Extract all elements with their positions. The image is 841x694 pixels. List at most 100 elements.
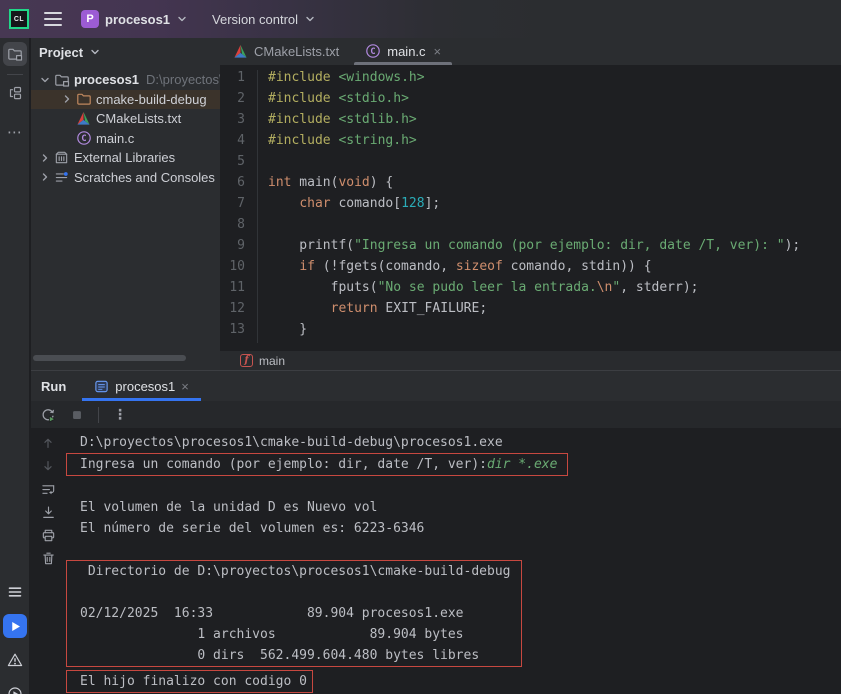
highlight-box: El hijo finalizo con codigo 0 <box>66 670 313 693</box>
user-input-text: dir *.exe <box>487 457 557 472</box>
close-icon[interactable]: × <box>181 379 189 394</box>
c-file-icon: C <box>365 43 381 59</box>
console-line: Directorio de D:\proyectos\procesos1\cma… <box>67 561 521 582</box>
chevron-down-icon <box>89 46 101 58</box>
project-name: procesos1 <box>105 12 170 27</box>
line-number: 10 <box>220 259 258 280</box>
problems-icon <box>7 652 23 668</box>
code-line-4[interactable]: 4#include <string.h> <box>220 133 841 154</box>
clear-all-button[interactable] <box>37 548 59 568</box>
c-file-icon: C <box>75 130 92 146</box>
down-icon <box>41 459 55 473</box>
code-line-13[interactable]: 13 } <box>220 322 841 343</box>
project-tree: procesos1D:\proyectos\proccmake-build-de… <box>31 70 220 187</box>
version-control-label: Version control <box>212 12 298 27</box>
editor-tab-label: CMakeLists.txt <box>254 44 339 59</box>
code-text: printf("Ingresa un comando (por ejemplo:… <box>258 238 800 259</box>
editor-tab-main-c[interactable]: Cmain.c × <box>352 38 454 65</box>
toolbar-separator <box>98 407 99 423</box>
chevron-right-icon[interactable] <box>37 171 53 183</box>
line-number: 13 <box>220 322 258 343</box>
project-panel-title: Project <box>39 45 83 60</box>
console-output[interactable]: D:\proyectos\procesos1\cmake-build-debug… <box>66 432 841 694</box>
soft-wrap-button[interactable] <box>37 479 59 499</box>
cmake-icon <box>233 44 248 59</box>
code-line-5[interactable]: 5 <box>220 154 841 175</box>
code-line-11[interactable]: 11 fputs("No se pudo leer la entrada.\n"… <box>220 280 841 301</box>
scroll-to-end-button[interactable] <box>37 502 59 522</box>
tree-item-cmakelists-txt[interactable]: CMakeLists.txt <box>31 109 220 129</box>
code-line-8[interactable]: 8 <box>220 217 841 238</box>
tree-item-external-libraries[interactable]: External Libraries <box>31 148 220 168</box>
line-number: 8 <box>220 217 258 238</box>
code-line-10[interactable]: 10 if (!fgets(comando, sizeof comando, s… <box>220 259 841 280</box>
soft-wrap-icon <box>41 482 56 497</box>
code-text: #include <windows.h> <box>258 70 425 91</box>
editor-tab-label: main.c <box>387 44 425 59</box>
chevron-right-icon[interactable] <box>59 93 75 105</box>
console-line: 0 dirs 562.499.604.480 bytes libres <box>67 645 521 666</box>
more-v-icon: ⋮ <box>113 407 127 423</box>
next-occurrence-button[interactable] <box>37 456 59 476</box>
code-line-12[interactable]: 12 return EXIT_FAILURE; <box>220 301 841 322</box>
main-menu-button[interactable] <box>44 12 62 26</box>
rerun-button[interactable] <box>37 404 59 426</box>
console-line <box>67 582 521 603</box>
line-number: 1 <box>220 70 258 91</box>
editor-tab-bar: CMakeLists.txt Cmain.c × <box>220 38 841 66</box>
build-folder-icon <box>75 91 92 107</box>
run-tab-label: procesos1 <box>115 379 175 394</box>
tool-more-button[interactable]: ⋯ <box>3 109 27 133</box>
code-text <box>258 154 268 175</box>
code-text: #include <stdio.h> <box>258 91 409 112</box>
services-icon <box>7 686 23 694</box>
code-line-3[interactable]: 3#include <stdlib.h> <box>220 112 841 133</box>
project-panel-header[interactable]: Project <box>31 38 220 66</box>
up-icon <box>41 436 55 450</box>
more-h-icon: ⋯ <box>7 101 22 141</box>
stop-button[interactable] <box>66 404 88 426</box>
code-line-2[interactable]: 2#include <stdio.h> <box>220 91 841 112</box>
prev-occurrence-button[interactable] <box>37 433 59 453</box>
editor-tab-cmakelists-txt[interactable]: CMakeLists.txt <box>220 38 352 65</box>
highlight-box: Ingresa un comando (por ejemplo: dir, da… <box>66 453 568 476</box>
tool-run-button[interactable] <box>3 614 27 638</box>
code-line-1[interactable]: 1#include <windows.h> <box>220 70 841 91</box>
rerun-icon <box>40 407 56 423</box>
chevron-right-icon[interactable] <box>37 152 53 164</box>
code-line-6[interactable]: 6int main(void) { <box>220 175 841 196</box>
tree-item-procesos1[interactable]: procesos1D:\proyectos\proc <box>31 70 220 90</box>
titlebar: CL P procesos1 Version control <box>0 0 841 38</box>
run-icon <box>9 620 22 633</box>
code-area[interactable]: 1#include <windows.h>2#include <stdio.h>… <box>220 70 841 343</box>
tool-project-button[interactable] <box>3 42 27 66</box>
tool-problems-button[interactable] <box>3 648 27 672</box>
code-line-7[interactable]: 7 char comando[128]; <box>220 196 841 217</box>
tool-lines-button[interactable] <box>3 580 27 604</box>
tree-item-scratches-and-consoles[interactable]: Scratches and Consoles <box>31 168 220 188</box>
breadcrumb-item[interactable]: main <box>259 354 285 368</box>
console-line <box>66 539 841 560</box>
line-number: 12 <box>220 301 258 322</box>
tree-item-main-c[interactable]: Cmain.c <box>31 129 220 149</box>
chevron-down-icon <box>304 13 316 25</box>
run-tab-procesos1[interactable]: procesos1 × <box>82 371 201 401</box>
tree-item-label: CMakeLists.txt <box>96 111 181 126</box>
chevron-down-icon[interactable] <box>37 74 53 86</box>
project-folder-icon <box>53 72 70 88</box>
more-options-button[interactable]: ⋮ <box>109 404 131 426</box>
print-button[interactable] <box>37 525 59 545</box>
close-icon[interactable]: × <box>434 44 442 59</box>
version-control-widget[interactable]: Version control <box>212 12 316 27</box>
project-widget[interactable]: P procesos1 <box>81 10 188 28</box>
clion-logo-icon: CL <box>9 9 29 29</box>
code-text: return EXIT_FAILURE; <box>258 301 487 322</box>
tree-item-cmake-build-debug[interactable]: cmake-build-debug <box>31 90 220 110</box>
console-line: El volumen de la unidad D es Nuevo vol <box>66 497 841 518</box>
breadcrumbs-bar: f main <box>220 351 841 370</box>
hamburger-icon <box>44 12 62 14</box>
tool-services-button[interactable] <box>3 682 27 694</box>
code-line-9[interactable]: 9 printf("Ingresa un comando (por ejempl… <box>220 238 841 259</box>
horizontal-scrollbar[interactable] <box>33 355 186 361</box>
structure-icon <box>7 85 23 101</box>
